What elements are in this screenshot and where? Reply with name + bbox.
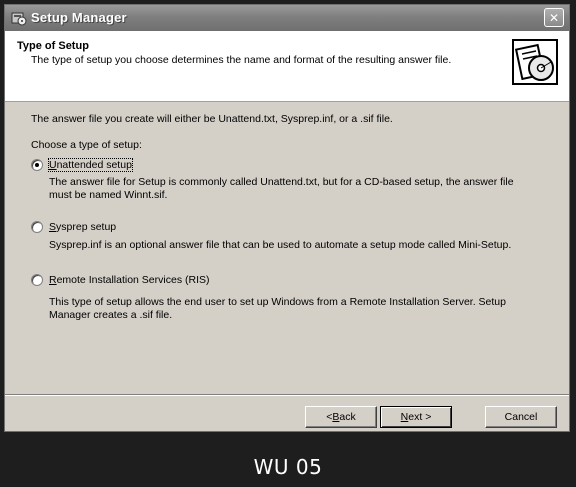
back-button[interactable]: < Back <box>305 406 377 428</box>
sysprep-description: Sysprep.inf is an optional answer file t… <box>49 239 512 251</box>
page-subtitle: The type of setup you choose determines … <box>31 54 452 66</box>
window-title: Setup Manager <box>31 10 127 25</box>
title-bar[interactable]: Setup Manager ✕ <box>5 5 569 31</box>
setup-manager-app-icon <box>11 12 27 26</box>
setup-cd-icon <box>512 39 558 85</box>
close-button[interactable]: ✕ <box>544 8 564 27</box>
intro-text: The answer file you create will either b… <box>31 113 393 125</box>
unattended-radio[interactable] <box>31 159 43 171</box>
button-separator <box>5 394 569 396</box>
unattended-description: The answer file for Setup is commonly ca… <box>49 176 514 201</box>
ris-label[interactable]: Remote Installation Services (RIS) <box>49 274 210 286</box>
unattended-label[interactable]: Unattended setup <box>48 158 133 172</box>
wizard-content: The answer file you create will either b… <box>5 102 569 392</box>
figure-caption: WU 05 <box>253 455 323 479</box>
page-title: Type of Setup <box>17 40 89 52</box>
ris-description: This type of setup allows the end user t… <box>49 296 506 321</box>
cancel-button[interactable]: Cancel <box>485 406 557 428</box>
wizard-header: Type of Setup The type of setup you choo… <box>5 31 569 102</box>
next-button[interactable]: Next > <box>380 406 452 428</box>
ris-radio[interactable] <box>31 274 43 286</box>
close-icon: ✕ <box>548 10 560 25</box>
setup-manager-window: Setup Manager ✕ Type of Setup The type o… <box>4 4 570 432</box>
sysprep-label[interactable]: Sysprep setup <box>49 221 116 233</box>
sysprep-radio[interactable] <box>31 221 43 233</box>
choose-label: Choose a type of setup: <box>31 139 142 151</box>
